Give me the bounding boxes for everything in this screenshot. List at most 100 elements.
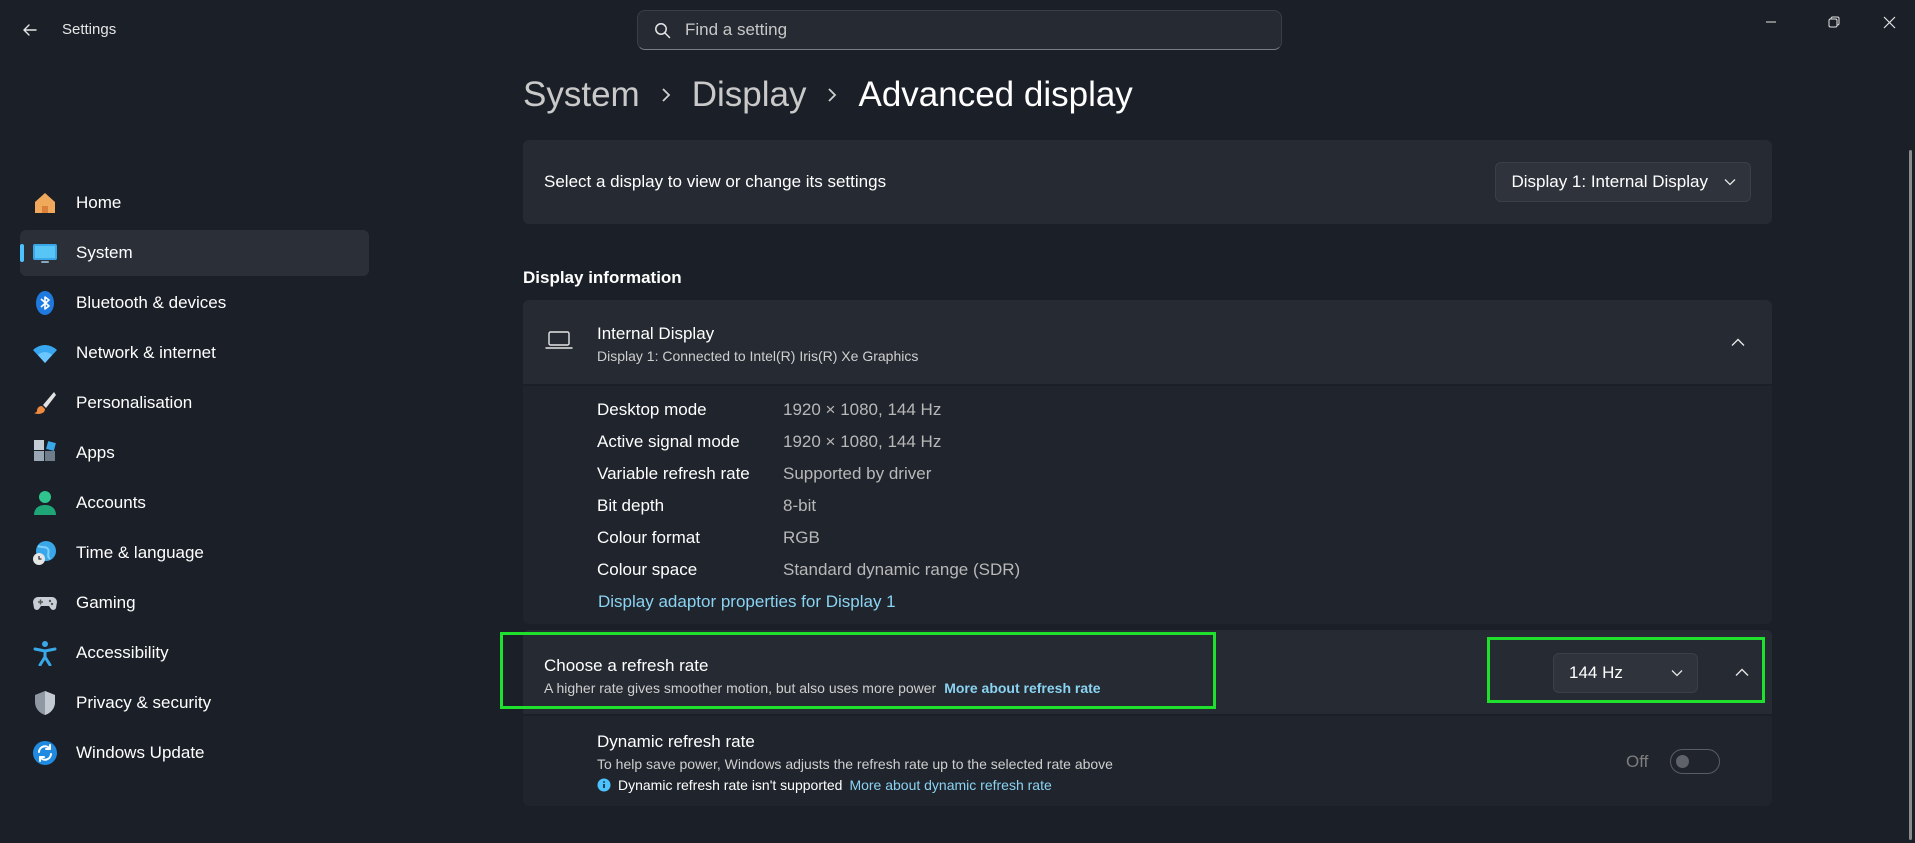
sidebar-item-label: Personalisation (76, 393, 193, 412)
toggle-knob (1676, 755, 1689, 768)
dynamic-refresh-description: To help save power, Windows adjusts the … (597, 756, 1113, 772)
search-icon (655, 22, 671, 38)
sidebar-item-personalisation[interactable]: Personalisation (20, 380, 369, 426)
info-row-variable-refresh-rate: Variable refresh rate Supported by drive… (597, 464, 931, 484)
sidebar-item-bluetooth[interactable]: Bluetooth & devices (20, 280, 369, 326)
paintbrush-icon (32, 390, 58, 416)
dynamic-refresh-unsupported-text: Dynamic refresh rate isn't supported (618, 777, 843, 793)
info-value: 8-bit (783, 496, 817, 515)
restore-button[interactable] (1811, 6, 1857, 38)
close-icon (1883, 16, 1895, 28)
info-row-desktop-mode: Desktop mode 1920 × 1080, 144 Hz (597, 400, 941, 420)
chevron-up-icon (1731, 338, 1745, 346)
sidebar-item-privacy-security[interactable]: Privacy & security (20, 680, 369, 726)
minimize-button[interactable] (1748, 6, 1794, 38)
info-key: Active signal mode (597, 432, 740, 451)
apps-icon (32, 440, 58, 466)
more-about-dynamic-refresh-link[interactable]: More about dynamic refresh rate (849, 777, 1051, 793)
sidebar-item-label: Time & language (76, 543, 204, 562)
dynamic-refresh-title: Dynamic refresh rate (597, 732, 755, 751)
gamepad-icon (32, 590, 58, 616)
info-icon (597, 778, 611, 792)
display-adapter-properties-link[interactable]: Display adaptor properties for Display 1 (598, 592, 896, 612)
display-select-dropdown[interactable]: Display 1: Internal Display (1495, 162, 1751, 202)
back-button[interactable] (18, 18, 42, 42)
info-row-colour-format: Colour format RGB (597, 528, 820, 548)
toggle-state-label: Off (1626, 752, 1649, 771)
restore-icon (1828, 16, 1840, 28)
info-value: Supported by driver (783, 464, 932, 483)
accessibility-icon (32, 640, 58, 666)
monitor-icon (32, 240, 58, 266)
info-value: 1920 × 1080, 144 Hz (783, 400, 942, 419)
collapse-display-info-button[interactable] (1726, 330, 1750, 354)
section-title-display-information: Display information (523, 268, 682, 287)
info-key: Colour format (597, 528, 700, 547)
breadcrumb-display[interactable]: Display (692, 75, 807, 115)
sidebar-item-system[interactable]: System (20, 230, 369, 276)
sidebar-item-gaming[interactable]: Gaming (20, 580, 369, 626)
sidebar-item-label: Accounts (76, 493, 146, 512)
sidebar-item-label: Bluetooth & devices (76, 293, 227, 312)
chevron-right-icon (660, 87, 672, 103)
minimize-icon (1766, 21, 1776, 23)
scrollbar[interactable] (1909, 150, 1912, 840)
dynamic-refresh-toggle[interactable] (1670, 749, 1720, 774)
highlight-refresh-rate-dropdown (1487, 637, 1765, 703)
info-row-colour-space: Colour space Standard dynamic range (SDR… (597, 560, 1020, 580)
page-title: Advanced display (858, 75, 1133, 114)
sidebar-nav: Home System Bluetooth & devices Network … (20, 180, 370, 780)
info-row-bit-depth: Bit depth 8-bit (597, 496, 816, 516)
breadcrumb: System Display Advanced display (523, 70, 1133, 120)
highlight-refresh-rate-label (500, 632, 1216, 709)
update-icon (32, 740, 58, 766)
info-row-active-signal-mode: Active signal mode 1920 × 1080, 144 Hz (597, 432, 941, 452)
sidebar-item-label: Gaming (76, 593, 136, 612)
close-button[interactable] (1866, 6, 1912, 38)
display-connection: Display 1: Connected to Intel(R) Iris(R)… (597, 348, 919, 364)
info-key: Variable refresh rate (597, 464, 750, 483)
sidebar-item-accessibility[interactable]: Accessibility (20, 630, 369, 676)
breadcrumb-system[interactable]: System (523, 75, 640, 115)
search-box[interactable] (637, 10, 1282, 50)
wifi-icon (32, 340, 58, 366)
chevron-down-icon (1724, 178, 1736, 186)
display-select-value: Display 1: Internal Display (1511, 172, 1708, 191)
sidebar-item-label: Home (76, 193, 122, 212)
info-key: Colour space (597, 560, 698, 579)
sidebar-item-label: Network & internet (76, 343, 216, 362)
sidebar-item-label: Accessibility (76, 643, 169, 662)
sidebar-item-label: Apps (76, 443, 115, 462)
info-value: RGB (783, 528, 820, 547)
sidebar-item-time-language[interactable]: Time & language (20, 530, 369, 576)
info-key: Desktop mode (597, 400, 707, 419)
back-arrow-icon (23, 24, 37, 36)
search-input[interactable] (685, 20, 1245, 40)
home-icon (32, 190, 58, 216)
laptop-icon (545, 330, 573, 357)
dynamic-refresh-note: Dynamic refresh rate isn't supported Mor… (597, 777, 1052, 793)
globe-clock-icon (32, 540, 58, 566)
app-title: Settings (62, 21, 117, 38)
sidebar-item-windows-update[interactable]: Windows Update (20, 730, 369, 776)
display-select-label: Select a display to view or change its s… (544, 172, 887, 191)
shield-icon (32, 690, 58, 716)
display-name: Internal Display (597, 324, 715, 343)
info-value: Standard dynamic range (SDR) (783, 560, 1021, 579)
info-value: 1920 × 1080, 144 Hz (783, 432, 942, 451)
sidebar-item-home[interactable]: Home (20, 180, 369, 226)
chevron-right-icon (826, 87, 838, 103)
display-info-header[interactable]: Internal Display Display 1: Connected to… (523, 300, 1772, 384)
sidebar-item-label: System (76, 243, 133, 262)
display-info-details: Desktop mode 1920 × 1080, 144 Hz Active … (523, 386, 1772, 624)
sidebar-item-label: Windows Update (76, 743, 205, 762)
dynamic-refresh-rate-card: Dynamic refresh rate To help save power,… (523, 716, 1772, 806)
sidebar-item-apps[interactable]: Apps (20, 430, 369, 476)
sidebar-item-network[interactable]: Network & internet (20, 330, 369, 376)
sidebar-item-accounts[interactable]: Accounts (20, 480, 369, 526)
person-icon (32, 490, 58, 516)
info-key: Bit depth (597, 496, 665, 515)
title-bar: Settings (0, 0, 1915, 60)
display-select-card: Select a display to view or change its s… (523, 140, 1772, 224)
sidebar-item-label: Privacy & security (76, 693, 212, 712)
